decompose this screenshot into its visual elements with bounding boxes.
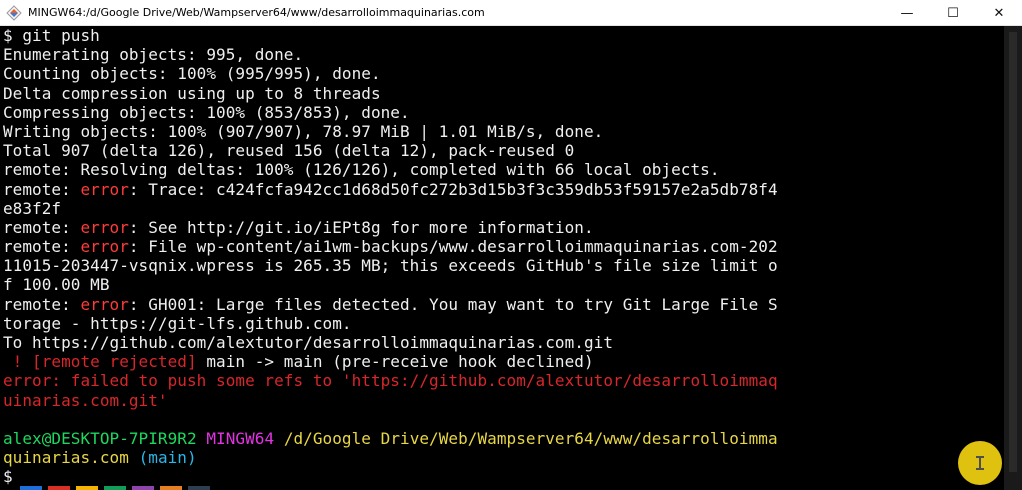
terminal-text-segment: $ bbox=[3, 467, 13, 487]
terminal-line: Writing objects: 100% (907/907), 78.97 M… bbox=[3, 122, 1004, 141]
minimize-button[interactable]: — bbox=[884, 0, 930, 26]
taskbar-item bbox=[20, 486, 42, 490]
terminal-text-segment: : Trace: c424fcfa942cc1d68d50fc272b3d15b… bbox=[128, 179, 778, 199]
terminal-text-segment: error bbox=[80, 217, 129, 237]
terminal-text-segment: main -> main (pre-receive hook declined) bbox=[196, 352, 594, 372]
terminal-text-segment: (main) bbox=[138, 448, 197, 468]
terminal-line: remote: error: Trace: c424fcfa942cc1d68d… bbox=[3, 180, 1004, 199]
taskbar-item bbox=[132, 486, 154, 490]
terminal-text-segment: e83f2f bbox=[3, 198, 62, 218]
terminal-text-segment: remote: bbox=[3, 217, 81, 237]
terminal-line: Compressing objects: 100% (853/853), don… bbox=[3, 103, 1004, 122]
terminal-line: remote: error: See http://git.io/iEPt8g … bbox=[3, 218, 1004, 237]
terminal-text-segment: quinarias.com bbox=[3, 448, 129, 468]
taskbar-preview-strip bbox=[0, 486, 1004, 490]
terminal-line: To https://github.com/alextutor/desarrol… bbox=[3, 333, 1004, 352]
terminal-text-segment: f 100.00 MB bbox=[3, 275, 110, 295]
terminal-text-segment: : See http://git.io/iEPt8g for more info… bbox=[128, 217, 594, 237]
mouse-cursor-highlight bbox=[958, 441, 1002, 485]
terminal-text-segment: uinarias.com.git' bbox=[3, 390, 168, 410]
window-title: MINGW64:/d/Google Drive/Web/Wampserver64… bbox=[28, 6, 485, 19]
scrollbar-thumb[interactable] bbox=[1009, 32, 1017, 472]
terminal-text-segment: Enumerating objects: 995, done. bbox=[3, 45, 304, 65]
terminal-text-segment: MINGW64 bbox=[206, 428, 275, 448]
terminal-text-segment: $ git push bbox=[3, 26, 100, 45]
taskbar-item bbox=[48, 486, 70, 490]
terminal-text-segment: To https://github.com/alextutor/desarrol… bbox=[3, 333, 614, 352]
terminal-line: alex@DESKTOP-7PIR9R2 MINGW64 /d/Google D… bbox=[3, 429, 1004, 448]
terminal-text-segment: error bbox=[80, 179, 129, 199]
terminal-text-segment: ! [remote rejected] bbox=[3, 352, 197, 372]
terminal-line: remote: Resolving deltas: 100% (126/126)… bbox=[3, 160, 1004, 179]
terminal-text-segment: Total 907 (delta 126), reused 156 (delta… bbox=[3, 141, 575, 161]
scrollbar[interactable] bbox=[1004, 26, 1022, 490]
terminal-line: torage - https://git-lfs.github.com. bbox=[3, 314, 1004, 333]
taskbar-item bbox=[76, 486, 98, 490]
text-cursor-icon bbox=[976, 456, 984, 470]
title-bar[interactable]: MINGW64:/d/Google Drive/Web/Wampserver64… bbox=[0, 0, 1022, 26]
terminal-line: f 100.00 MB bbox=[3, 275, 1004, 294]
taskbar-item bbox=[160, 486, 182, 490]
terminal-line: ! [remote rejected] main -> main (pre-re… bbox=[3, 352, 1004, 371]
terminal-text-segment: error bbox=[80, 294, 129, 314]
terminal-text-segment: remote: Resolving deltas: 100% (126/126)… bbox=[3, 160, 720, 180]
terminal-line: uinarias.com.git' bbox=[3, 391, 1004, 410]
terminal-line: $ git push bbox=[3, 26, 1004, 45]
terminal-text-segment: Counting objects: 100% (995/995), done. bbox=[3, 64, 381, 84]
terminal-text-segment: Writing objects: 100% (907/907), 78.97 M… bbox=[3, 121, 604, 141]
terminal-text-segment: : File wp-content/ai1wm-backups/www.desa… bbox=[128, 237, 778, 257]
mingw-terminal-icon bbox=[6, 4, 22, 21]
terminal-text-segment: Compressing objects: 100% (853/853), don… bbox=[3, 102, 410, 122]
maximize-button[interactable]: ☐ bbox=[930, 0, 976, 26]
window-controls: — ☐ ✕ bbox=[884, 0, 1022, 26]
terminal-line: Counting objects: 100% (995/995), done. bbox=[3, 64, 1004, 83]
terminal-line: $ bbox=[3, 467, 1004, 486]
terminal-output[interactable]: $ git push Enumerating objects: 995, done… bbox=[0, 26, 1004, 490]
terminal-line: error: failed to push some refs to 'http… bbox=[3, 371, 1004, 390]
terminal-line: Delta compression using up to 8 threads bbox=[3, 84, 1004, 103]
terminal-line: e83f2f bbox=[3, 199, 1004, 218]
terminal-line: remote: error: GH001: Large files detect… bbox=[3, 295, 1004, 314]
terminal-text-segment: error: failed to push some refs to 'http… bbox=[3, 371, 778, 391]
terminal-line: Enumerating objects: 995, done. bbox=[3, 45, 1004, 64]
terminal-line: Total 907 (delta 126), reused 156 (delta… bbox=[3, 141, 1004, 160]
terminal-line: remote: error: File wp-content/ai1wm-bac… bbox=[3, 237, 1004, 256]
terminal-text-segment: 11015-203447-vsqnix.wpress is 265.35 MB;… bbox=[3, 256, 778, 276]
close-button[interactable]: ✕ bbox=[976, 0, 1022, 26]
terminal-text-segment: : GH001: Large files detected. You may w… bbox=[128, 294, 778, 314]
taskbar-item bbox=[104, 486, 126, 490]
terminal-text-segment: remote: bbox=[3, 294, 81, 314]
terminal-text-segment: torage - https://git-lfs.github.com. bbox=[3, 313, 352, 333]
terminal-text-segment: remote: bbox=[3, 237, 81, 257]
terminal-text-segment: remote: bbox=[3, 179, 81, 199]
terminal-line: 11015-203447-vsqnix.wpress is 265.35 MB;… bbox=[3, 256, 1004, 275]
terminal-text-segment: Delta compression using up to 8 threads bbox=[3, 83, 381, 103]
terminal-window: MINGW64:/d/Google Drive/Web/Wampserver64… bbox=[0, 0, 1022, 490]
terminal-text-segment: alex@DESKTOP-7PIR9R2 bbox=[3, 428, 197, 448]
taskbar-item bbox=[188, 486, 210, 490]
terminal-text-segment: error bbox=[80, 237, 129, 257]
terminal-line: quinarias.com (main) bbox=[3, 448, 1004, 467]
terminal-text-segment: /d/Google Drive/Web/Wampserver64/www/des… bbox=[283, 428, 778, 448]
